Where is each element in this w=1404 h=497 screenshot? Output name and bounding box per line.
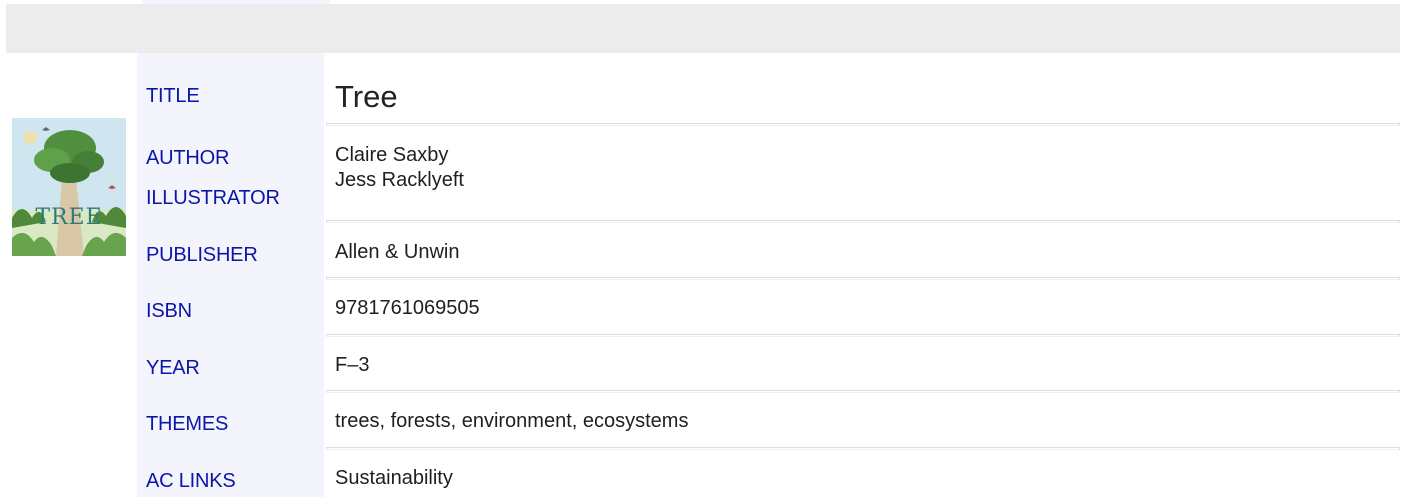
- field-value-themes: trees, forests, environment, ecosystems: [335, 410, 689, 432]
- field-label-author: AUTHOR: [146, 147, 230, 169]
- field-value-ac-links: Sustainability: [335, 467, 453, 489]
- field-row-title: TITLE Tree: [137, 75, 1400, 119]
- field-row-publisher: PUBLISHER Allen & Unwin: [137, 236, 1400, 276]
- row-divider: [326, 334, 1400, 337]
- field-value-title: Tree: [335, 79, 398, 114]
- field-row-themes: THEMES trees, forests, environment, ecos…: [137, 405, 1400, 445]
- header-band: [6, 4, 1400, 53]
- row-divider: [326, 390, 1400, 393]
- field-label-ac-links: AC LINKS: [146, 470, 236, 492]
- field-value-publisher: Allen & Unwin: [335, 241, 460, 263]
- row-divider: [326, 277, 1400, 280]
- field-row-ac-links: AC LINKS Sustainability: [137, 462, 1400, 497]
- field-value-year: F–3: [335, 354, 370, 376]
- field-row-year: YEAR F–3: [137, 349, 1400, 389]
- book-cover-illustration: TREE: [12, 118, 126, 256]
- field-label-title: TITLE: [146, 85, 200, 107]
- row-divider: [326, 220, 1400, 223]
- field-value-illustrator: Jess Racklyeft: [335, 169, 464, 191]
- field-label-year: YEAR: [146, 357, 200, 379]
- field-label-themes: THEMES: [146, 413, 229, 435]
- book-cover-title: TREE: [35, 205, 102, 230]
- row-divider: [326, 447, 1400, 450]
- row-divider: [326, 123, 1400, 126]
- field-row-author-illustrator: AUTHOR ILLUSTRATOR Claire Saxby Jess Rac…: [137, 139, 1400, 219]
- book-cover-image: TREE: [12, 118, 126, 256]
- field-label-illustrator: ILLUSTRATOR: [146, 187, 280, 209]
- field-row-isbn: ISBN 9781761069505: [137, 292, 1400, 332]
- field-value-isbn: 9781761069505: [335, 297, 480, 319]
- book-details-page: TREE TITLE Tree AUTHOR ILLUSTRATOR Clair…: [0, 0, 1404, 497]
- field-label-isbn: ISBN: [146, 300, 192, 322]
- field-label-publisher: PUBLISHER: [146, 244, 258, 266]
